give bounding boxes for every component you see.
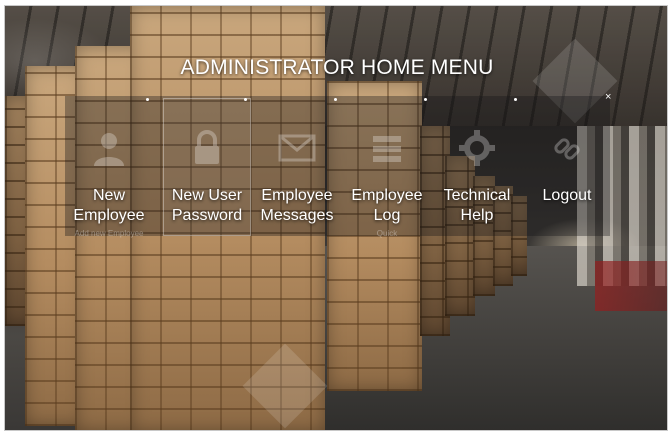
tile-sublabel: Add new Employee xyxy=(74,229,144,238)
employee-log-button[interactable]: Employee Log Quick xyxy=(343,98,431,238)
logout-button[interactable]: Logout xyxy=(523,98,611,236)
tile-sublabel: Quick xyxy=(376,229,398,238)
app-frame: ADMINISTRATOR HOME MENU × New Employee A… xyxy=(4,5,668,431)
page-title: ADMINISTRATOR HOME MENU xyxy=(180,56,494,79)
tile-label: New Employee xyxy=(73,187,145,224)
log-icon xyxy=(373,136,401,162)
tile-dot xyxy=(424,98,427,101)
envelope-icon xyxy=(278,134,316,162)
tile-dot xyxy=(244,98,247,101)
employee-messages-button[interactable]: Employee Messages xyxy=(253,98,341,236)
new-user-password-button[interactable]: New User Password xyxy=(163,98,251,236)
warehouse-rail xyxy=(595,261,667,311)
tile-label: Technical Help xyxy=(443,187,511,224)
new-employee-button[interactable]: New Employee Add new Employee xyxy=(65,98,153,238)
tile-label: Employee Log xyxy=(351,187,423,224)
tile-dot xyxy=(334,98,337,101)
tile-dot xyxy=(146,98,149,101)
lock-icon xyxy=(195,130,219,164)
tile-dot xyxy=(514,98,517,101)
technical-help-button[interactable]: Technical Help xyxy=(433,98,521,236)
tile-label: Employee Messages xyxy=(260,187,334,224)
tile-label: Logout xyxy=(542,187,592,204)
tile-label: New User Password xyxy=(171,187,243,224)
link-icon xyxy=(554,138,580,160)
gear-icon xyxy=(459,130,495,166)
user-icon xyxy=(94,133,124,166)
